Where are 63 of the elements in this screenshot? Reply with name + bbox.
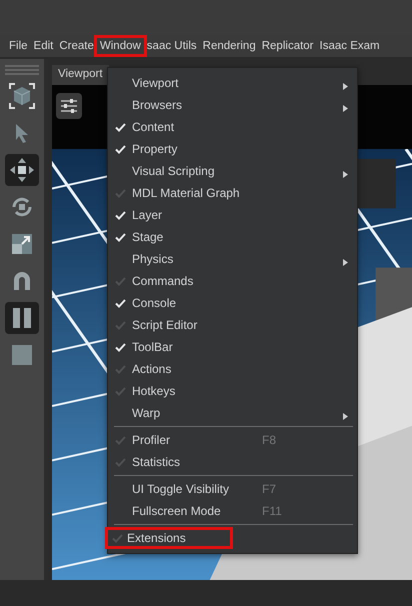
menu-item[interactable]: Console xyxy=(105,292,357,314)
scale-icon xyxy=(11,233,33,255)
submenu-arrow-icon xyxy=(343,171,348,178)
menu-item-label: MDL Material Graph xyxy=(132,186,241,200)
menu-item[interactable]: ToolBar xyxy=(105,336,357,358)
menu-item[interactable]: Profiler F8 xyxy=(105,429,357,451)
menu-item-label: UI Toggle Visibility xyxy=(132,482,230,496)
submenu-arrow-icon xyxy=(343,83,348,90)
menu-item[interactable]: Browsers xyxy=(105,94,357,116)
submenu-arrow-icon xyxy=(343,105,348,112)
menu-item-label: Stage xyxy=(132,230,164,244)
menu-item[interactable]: Extensions xyxy=(105,527,233,549)
sliders-icon xyxy=(61,99,77,113)
menu-item-label: Script Editor xyxy=(132,318,198,332)
menu-item[interactable]: Physics xyxy=(105,248,357,270)
menu-item-label: Layer xyxy=(132,208,164,222)
menu-item-label: Profiler xyxy=(132,433,172,447)
menu-item-label: Content xyxy=(132,120,176,134)
menu-item[interactable]: Property xyxy=(105,138,357,160)
tool-button[interactable] xyxy=(5,302,39,334)
menu-item[interactable]: UI Toggle Visibility F7 xyxy=(105,478,357,500)
stop-icon xyxy=(12,345,32,365)
rotate-icon xyxy=(10,195,34,219)
menu-item[interactable]: Content xyxy=(105,116,357,138)
menu-item[interactable]: Fullscreen Mode F11 xyxy=(105,500,357,522)
menu-item-label: Viewport xyxy=(132,76,180,90)
cube-select-icon xyxy=(8,82,36,110)
menu-item[interactable]: Script Editor xyxy=(105,314,357,336)
menu-item[interactable]: Actions xyxy=(105,358,357,380)
tool-button[interactable] xyxy=(5,154,39,186)
shortcut-label: F7 xyxy=(262,482,276,496)
menu-item-label: Visual Scripting xyxy=(132,164,216,178)
menu-item[interactable]: Visual Scripting xyxy=(105,160,357,182)
menu-item[interactable]: Hotkeys xyxy=(105,380,357,402)
menu-item[interactable]: Stage xyxy=(105,226,357,248)
shortcut-label: F8 xyxy=(262,433,276,447)
menu-item-label: Console xyxy=(132,296,178,310)
menu-item-label: ToolBar xyxy=(132,340,174,354)
menu-item[interactable]: Layer xyxy=(105,204,357,226)
menu-item-label: Browsers xyxy=(132,98,184,112)
pause-icon xyxy=(12,307,32,329)
menu-item[interactable]: Statistics xyxy=(105,451,357,473)
move-arrows-icon xyxy=(9,157,35,183)
menu-item[interactable]: Commands xyxy=(105,270,357,292)
menu-item[interactable]: Window xyxy=(94,35,147,57)
settings-sliders-button[interactable] xyxy=(56,93,82,119)
submenu-arrow-icon xyxy=(343,413,348,420)
menu-item-label: Property xyxy=(132,142,178,156)
submenu-arrow-icon xyxy=(343,259,348,266)
menu-item-label: Statistics xyxy=(132,455,182,469)
menu-item-label: Fullscreen Mode xyxy=(132,504,222,518)
menu-item-label: Commands xyxy=(132,274,194,288)
menu-item[interactable]: MDL Material Graph xyxy=(105,182,357,204)
magnet-icon xyxy=(11,270,33,292)
menu-item-label: Actions xyxy=(132,362,172,376)
menu-item[interactable]: Warp xyxy=(105,402,357,424)
menu-item-label: Physics xyxy=(132,252,174,266)
menu-item-label: Hotkeys xyxy=(132,384,176,398)
shortcut-label: F11 xyxy=(262,504,282,518)
viewport-tab[interactable]: Viewport xyxy=(52,65,109,85)
grip-icon[interactable] xyxy=(5,65,39,75)
menu-item-label: Extensions xyxy=(127,531,187,545)
menu-item-label: Warp xyxy=(132,406,162,420)
